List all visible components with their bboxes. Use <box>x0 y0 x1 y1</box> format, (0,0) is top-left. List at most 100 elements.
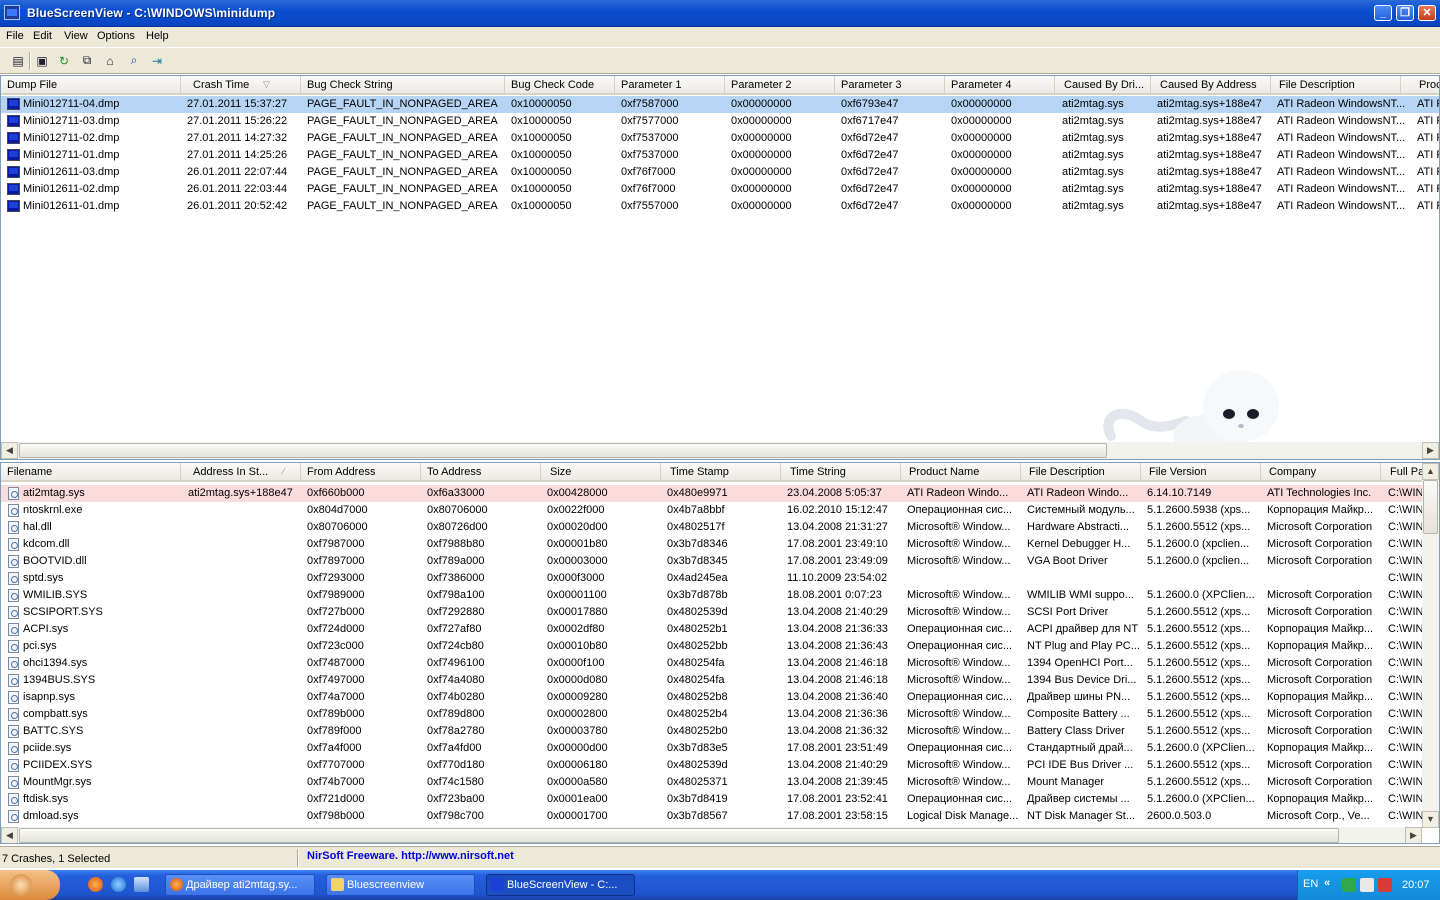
col-dump-file[interactable]: Dump File <box>1 76 181 93</box>
driver-row[interactable]: ftdisk.sys 0xf721d000 0xf723ba00 0x0001ea00… <box>1 791 1423 808</box>
crash-row[interactable]: Mini012711-04.dmp 27.01.2011 15:37:27 PAGE… <box>1 96 1439 113</box>
crash-row[interactable]: Mini012611-01.dmp 26.01.2011 20:52:42 PAGE… <box>1 198 1439 215</box>
save-icon[interactable]: ▣ <box>33 52 51 69</box>
task-explorer-folder[interactable]: Bluescreenview <box>326 874 475 896</box>
cell-product-name: ATI Radeon Windo... <box>907 487 1009 499</box>
tray-app-icon[interactable] <box>1378 878 1392 892</box>
col-bug-check-code[interactable]: Bug Check Code <box>505 76 615 93</box>
col-processor[interactable]: Proc <box>1411 76 1439 93</box>
crash-list[interactable]: Dump File Crash Time ▽ Bug Check String B… <box>0 75 1440 460</box>
driver-row[interactable]: sptd.sys 0xf7293000 0xf7386000 0x000f3000 0x… <box>1 570 1423 587</box>
app-icon[interactable] <box>4 5 20 20</box>
col-file-version[interactable]: File Version <box>1141 463 1261 480</box>
network-icon[interactable] <box>1360 878 1374 892</box>
scroll-down-arrow-icon[interactable]: ▼ <box>1422 811 1439 828</box>
firefox-icon[interactable] <box>88 877 103 892</box>
scroll-left-arrow-icon[interactable]: ◀ <box>1 442 18 459</box>
title-bar[interactable]: BlueScreenView - C:\WINDOWS\minidump _ ❐… <box>0 0 1440 27</box>
driver-row[interactable]: BOOTVID.dll 0xf7897000 0xf789a000 0x0000300… <box>1 553 1423 570</box>
crash-row[interactable]: Mini012711-01.dmp 27.01.2011 14:25:26 PAGE… <box>1 147 1439 164</box>
clock[interactable]: 20:07 <box>1402 879 1430 891</box>
col-caused-by-driver[interactable]: Caused By Dri... <box>1055 76 1151 93</box>
driver-row[interactable]: BATTC.SYS 0xf789f000 0xf78a2780 0x00003780 0… <box>1 723 1423 740</box>
refresh-icon[interactable]: ↻ <box>55 52 73 69</box>
driver-row[interactable]: dmload.sys 0xf798b000 0xf798c700 0x00001700… <box>1 808 1423 825</box>
menu-options[interactable]: Options <box>97 30 135 42</box>
driver-row[interactable]: 1394BUS.SYS 0xf7497000 0xf74a4080 0x0000d08… <box>1 672 1423 689</box>
task-bluescreenview[interactable]: BlueScreenView - C:... <box>486 874 635 896</box>
col-from-address[interactable]: From Address <box>301 463 421 480</box>
maximize-button[interactable]: ❐ <box>1396 5 1414 21</box>
cell-time-stamp: 0x4b7a8bbf <box>667 504 725 516</box>
driver-list-vscroll-thumb[interactable] <box>1423 480 1438 534</box>
col-company[interactable]: Company <box>1261 463 1381 480</box>
col-filename[interactable]: Filename <box>1 463 181 480</box>
driver-row[interactable]: ohci1394.sys 0xf7487000 0xf7496100 0x0000f1… <box>1 655 1423 672</box>
col-time-stamp[interactable]: Time Stamp <box>661 463 781 480</box>
crash-row[interactable]: Mini012611-03.dmp 26.01.2011 22:07:44 PAGE… <box>1 164 1439 181</box>
driver-row[interactable]: isapnp.sys 0xf74a7000 0xf74b0280 0x00009280… <box>1 689 1423 706</box>
col-size[interactable]: Size <box>541 463 661 480</box>
col-to-address[interactable]: To Address <box>421 463 541 480</box>
minimize-button[interactable]: _ <box>1374 5 1392 21</box>
col-file-description[interactable]: File Description <box>1021 463 1141 480</box>
close-button[interactable]: ✕ <box>1418 5 1436 21</box>
show-desktop-icon[interactable] <box>134 877 149 892</box>
col-file-description[interactable]: File Description <box>1271 76 1401 93</box>
col-parameter-4[interactable]: Parameter 4 <box>945 76 1055 93</box>
find-icon[interactable]: ⌕ <box>125 52 143 69</box>
copy-icon[interactable]: ⧉ <box>78 52 96 69</box>
exit-icon[interactable]: ⇥ <box>148 52 166 69</box>
col-parameter-3[interactable]: Parameter 3 <box>835 76 945 93</box>
cell-time-string: 16.02.2010 15:12:47 <box>787 504 888 516</box>
driver-row[interactable]: hal.dll 0x80706000 0x80726d00 0x00020d00 0x4… <box>1 519 1423 536</box>
col-address-in-stack[interactable]: Address In St... ⁄ <box>181 463 301 480</box>
tray-collapse-icon[interactable]: « <box>1324 877 1330 889</box>
language-indicator[interactable]: EN <box>1303 878 1318 890</box>
scroll-right-arrow-icon[interactable]: ▶ <box>1405 827 1422 843</box>
cell-file-version: 5.1.2600.0 (XPClien... <box>1147 742 1255 754</box>
col-caused-by-address[interactable]: Caused By Address <box>1151 76 1271 93</box>
crash-list-hscrollbar[interactable]: ◀ ▶ <box>1 442 1439 459</box>
driver-row[interactable]: ati2mtag.sys ati2mtag.sys+188e47 0xf660b00… <box>1 485 1423 502</box>
driver-row[interactable]: WMILIB.SYS 0xf7989000 0xf798a100 0x00001100… <box>1 587 1423 604</box>
crash-row[interactable]: Mini012611-02.dmp 26.01.2011 22:03:44 PAGE… <box>1 181 1439 198</box>
menu-view[interactable]: View <box>64 30 88 42</box>
scroll-up-arrow-icon[interactable]: ▲ <box>1422 463 1439 480</box>
driver-row[interactable]: MountMgr.sys 0xf74b7000 0xf74c1580 0x0000a5… <box>1 774 1423 791</box>
task-firefox[interactable]: Драйвер ati2mtag.sy... <box>165 874 315 896</box>
driver-row[interactable]: ACPI.sys 0xf724d000 0xf727af80 0x0002df80 0x… <box>1 621 1423 638</box>
driver-row[interactable]: compbatt.sys 0xf789b000 0xf789d800 0x000028… <box>1 706 1423 723</box>
menu-file[interactable]: File <box>6 30 24 42</box>
menu-help[interactable]: Help <box>146 30 169 42</box>
driver-list-hscroll-thumb[interactable] <box>19 828 1339 843</box>
crash-row[interactable]: Mini012711-02.dmp 27.01.2011 14:27:32 PAGE… <box>1 130 1439 147</box>
driver-row[interactable]: SCSIPORT.SYS 0xf727b000 0xf7292880 0x000178… <box>1 604 1423 621</box>
cell-time-string: 13.04.2008 21:36:43 <box>787 640 888 652</box>
col-bug-check-string[interactable]: Bug Check String <box>301 76 505 93</box>
driver-row[interactable]: ntoskrnl.exe 0x804d7000 0x80706000 0x0022f0… <box>1 502 1423 519</box>
scroll-left-arrow-icon[interactable]: ◀ <box>1 827 18 843</box>
start-button[interactable] <box>0 870 60 900</box>
col-parameter-1[interactable]: Parameter 1 <box>615 76 725 93</box>
driver-row[interactable]: pciide.sys 0xf7a4f000 0xf7a4fd00 0x00000d00… <box>1 740 1423 757</box>
col-parameter-2[interactable]: Parameter 2 <box>725 76 835 93</box>
col-crash-time[interactable]: Crash Time ▽ <box>181 76 301 93</box>
tray-app-icon[interactable] <box>1342 878 1356 892</box>
driver-row[interactable]: pci.sys 0xf723c000 0xf724cb80 0x00010b80 0x4… <box>1 638 1423 655</box>
driver-list-hscrollbar[interactable]: ◀ ▶ <box>1 827 1422 843</box>
html-report-icon[interactable]: ⌂ <box>101 52 119 69</box>
crash-list-hscroll-thumb[interactable] <box>19 443 1107 458</box>
menu-edit[interactable]: Edit <box>33 30 52 42</box>
col-time-string[interactable]: Time String <box>781 463 901 480</box>
properties-icon[interactable]: ▤ <box>9 52 27 69</box>
crash-row[interactable]: Mini012711-03.dmp 27.01.2011 15:26:22 PAGE… <box>1 113 1439 130</box>
driver-list-vscrollbar[interactable]: ▲ ▼ <box>1422 463 1439 828</box>
driver-row[interactable]: kdcom.dll 0xf7987000 0xf7988b80 0x00001b80 0… <box>1 536 1423 553</box>
col-product-name[interactable]: Product Name <box>901 463 1021 480</box>
scroll-right-arrow-icon[interactable]: ▶ <box>1422 442 1439 459</box>
driver-row[interactable]: PCIIDEX.SYS 0xf7707000 0xf770d180 0x0000618… <box>1 757 1423 774</box>
nirsoft-link[interactable]: NirSoft Freeware. http://www.nirsoft.net <box>307 850 514 862</box>
internet-explorer-icon[interactable] <box>111 877 126 892</box>
driver-list[interactable]: Filename Address In St... ⁄ From Address … <box>0 462 1440 844</box>
